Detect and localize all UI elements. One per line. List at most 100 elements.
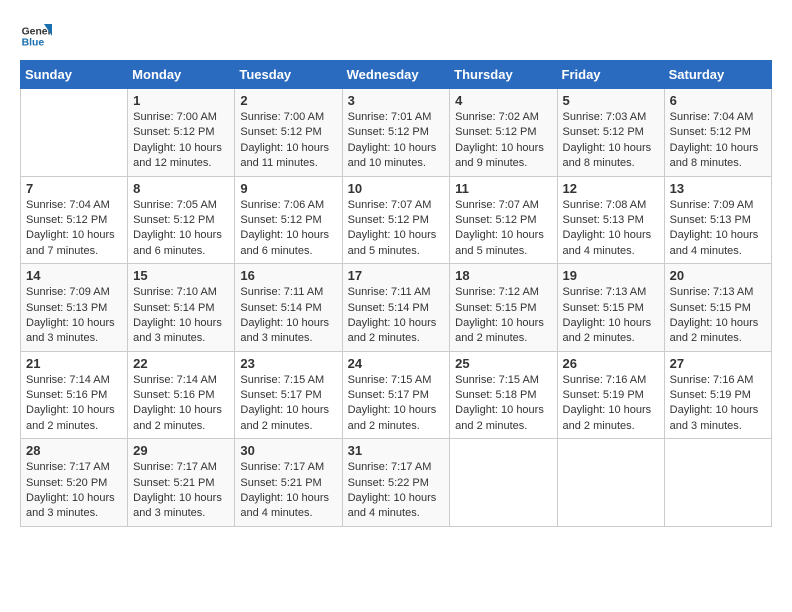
- calendar-cell: 30 Sunrise: 7:17 AM Sunset: 5:21 PM Dayli…: [235, 439, 342, 527]
- day-number: 1: [133, 93, 229, 108]
- calendar-cell: 17 Sunrise: 7:11 AM Sunset: 5:14 PM Dayli…: [342, 264, 450, 352]
- day-number: 18: [455, 268, 551, 283]
- calendar-cell: [557, 439, 664, 527]
- day-number: 2: [240, 93, 336, 108]
- calendar-cell: 23Sunrise: 7:15 AM Sunset: 5:17 PM Dayli…: [235, 351, 342, 439]
- calendar-cell: 12Sunrise: 7:08 AM Sunset: 5:13 PM Dayli…: [557, 176, 664, 264]
- day-number: 12: [563, 181, 659, 196]
- day-number: 27: [670, 356, 766, 371]
- day-number: 16: [240, 268, 336, 283]
- calendar-cell: 24Sunrise: 7:15 AM Sunset: 5:17 PM Dayli…: [342, 351, 450, 439]
- day-info: Sunrise: 7:15 AM Sunset: 5:17 PM Dayligh…: [240, 373, 336, 435]
- day-number: 25: [455, 356, 551, 371]
- day-number: 26: [563, 356, 659, 371]
- day-info: Sunrise: 7:11 AM Sunset: 5:14 PM Dayligh…: [348, 285, 445, 347]
- logo: General Blue: [20, 20, 52, 52]
- calendar-cell: 8 Sunrise: 7:05 AM Sunset: 5:12 PM Daylig…: [128, 176, 235, 264]
- calendar-cell: 26 Sunrise: 7:16 AM Sunset: 5:19 PM Dayli…: [557, 351, 664, 439]
- weekday-header-wednesday: Wednesday: [342, 61, 450, 89]
- calendar-cell: 18 Sunrise: 7:12 AM Sunset: 5:15 PM Dayli…: [450, 264, 557, 352]
- calendar-cell: 13 Sunrise: 7:09 AM Sunset: 5:13 PM Dayli…: [664, 176, 771, 264]
- calendar-cell: 16 Sunrise: 7:11 AM Sunset: 5:14 PM Dayli…: [235, 264, 342, 352]
- day-number: 29: [133, 443, 229, 458]
- day-info: Sunrise: 7:17 AM Sunset: 5:21 PM Dayligh…: [133, 460, 229, 522]
- page-header: General Blue: [20, 20, 772, 52]
- calendar-cell: 4Sunrise: 7:02 AM Sunset: 5:12 PM Daylig…: [450, 89, 557, 177]
- calendar-cell: 9 Sunrise: 7:06 AM Sunset: 5:12 PM Daylig…: [235, 176, 342, 264]
- calendar-cell: 3Sunrise: 7:01 AM Sunset: 5:12 PM Daylig…: [342, 89, 450, 177]
- day-info: Sunrise: 7:07 AM Sunset: 5:12 PM Dayligh…: [455, 198, 551, 260]
- weekday-header-thursday: Thursday: [450, 61, 557, 89]
- weekday-header-monday: Monday: [128, 61, 235, 89]
- day-info: Sunrise: 7:16 AM Sunset: 5:19 PM Dayligh…: [563, 373, 659, 435]
- day-number: 9: [240, 181, 336, 196]
- calendar-cell: [450, 439, 557, 527]
- day-info: Sunrise: 7:12 AM Sunset: 5:15 PM Dayligh…: [455, 285, 551, 347]
- day-info: Sunrise: 7:06 AM Sunset: 5:12 PM Dayligh…: [240, 198, 336, 260]
- day-number: 19: [563, 268, 659, 283]
- day-info: Sunrise: 7:09 AM Sunset: 5:13 PM Dayligh…: [670, 198, 766, 260]
- calendar-cell: 19 Sunrise: 7:13 AM Sunset: 5:15 PM Dayli…: [557, 264, 664, 352]
- calendar-table: SundayMondayTuesdayWednesdayThursdayFrid…: [20, 60, 772, 527]
- day-info: Sunrise: 7:15 AM Sunset: 5:18 PM Dayligh…: [455, 373, 551, 435]
- day-info: Sunrise: 7:09 AM Sunset: 5:13 PM Dayligh…: [26, 285, 122, 347]
- calendar-cell: [664, 439, 771, 527]
- day-number: 31: [348, 443, 445, 458]
- weekday-header-sunday: Sunday: [21, 61, 128, 89]
- calendar-cell: 25 Sunrise: 7:15 AM Sunset: 5:18 PM Dayli…: [450, 351, 557, 439]
- day-number: 8: [133, 181, 229, 196]
- calendar-cell: 29 Sunrise: 7:17 AM Sunset: 5:21 PM Dayli…: [128, 439, 235, 527]
- calendar-week-row: 7 Sunrise: 7:04 AM Sunset: 5:12 PM Daylig…: [21, 176, 772, 264]
- day-info: Sunrise: 7:04 AM Sunset: 5:12 PM Dayligh…: [26, 198, 122, 260]
- day-info: Sunrise: 7:07 AM Sunset: 5:12 PM Dayligh…: [348, 198, 445, 260]
- day-info: Sunrise: 7:11 AM Sunset: 5:14 PM Dayligh…: [240, 285, 336, 347]
- calendar-cell: 15 Sunrise: 7:10 AM Sunset: 5:14 PM Dayli…: [128, 264, 235, 352]
- day-number: 5: [563, 93, 659, 108]
- day-number: 20: [670, 268, 766, 283]
- calendar-cell: 22Sunrise: 7:14 AM Sunset: 5:16 PM Dayli…: [128, 351, 235, 439]
- calendar-cell: 31 Sunrise: 7:17 AM Sunset: 5:22 PM Dayli…: [342, 439, 450, 527]
- day-number: 6: [670, 93, 766, 108]
- day-number: 7: [26, 181, 122, 196]
- weekday-header-saturday: Saturday: [664, 61, 771, 89]
- calendar-week-row: 21 Sunrise: 7:14 AM Sunset: 5:16 PM Dayli…: [21, 351, 772, 439]
- day-info: Sunrise: 7:10 AM Sunset: 5:14 PM Dayligh…: [133, 285, 229, 347]
- calendar-week-row: 1 Sunrise: 7:00 AM Sunset: 5:12 PM Daylig…: [21, 89, 772, 177]
- calendar-cell: 28Sunrise: 7:17 AM Sunset: 5:20 PM Dayli…: [21, 439, 128, 527]
- day-info: Sunrise: 7:00 AM Sunset: 5:12 PM Dayligh…: [133, 110, 229, 172]
- logo-icon: General Blue: [20, 20, 52, 52]
- weekday-header-tuesday: Tuesday: [235, 61, 342, 89]
- day-number: 10: [348, 181, 445, 196]
- calendar-cell: 2 Sunrise: 7:00 AM Sunset: 5:12 PM Daylig…: [235, 89, 342, 177]
- day-number: 22: [133, 356, 229, 371]
- calendar-cell: 5Sunrise: 7:03 AM Sunset: 5:12 PM Daylig…: [557, 89, 664, 177]
- day-info: Sunrise: 7:04 AM Sunset: 5:12 PM Dayligh…: [670, 110, 766, 172]
- calendar-cell: 20Sunrise: 7:13 AM Sunset: 5:15 PM Dayli…: [664, 264, 771, 352]
- day-number: 21: [26, 356, 122, 371]
- weekday-header-friday: Friday: [557, 61, 664, 89]
- day-number: 11: [455, 181, 551, 196]
- calendar-cell: 11 Sunrise: 7:07 AM Sunset: 5:12 PM Dayli…: [450, 176, 557, 264]
- calendar-week-row: 28Sunrise: 7:17 AM Sunset: 5:20 PM Dayli…: [21, 439, 772, 527]
- day-number: 15: [133, 268, 229, 283]
- calendar-cell: 7 Sunrise: 7:04 AM Sunset: 5:12 PM Daylig…: [21, 176, 128, 264]
- day-info: Sunrise: 7:05 AM Sunset: 5:12 PM Dayligh…: [133, 198, 229, 260]
- calendar-cell: 27 Sunrise: 7:16 AM Sunset: 5:19 PM Dayli…: [664, 351, 771, 439]
- calendar-week-row: 14Sunrise: 7:09 AM Sunset: 5:13 PM Dayli…: [21, 264, 772, 352]
- day-info: Sunrise: 7:17 AM Sunset: 5:21 PM Dayligh…: [240, 460, 336, 522]
- day-number: 30: [240, 443, 336, 458]
- day-info: Sunrise: 7:17 AM Sunset: 5:22 PM Dayligh…: [348, 460, 445, 522]
- day-info: Sunrise: 7:15 AM Sunset: 5:17 PM Dayligh…: [348, 373, 445, 435]
- day-info: Sunrise: 7:02 AM Sunset: 5:12 PM Dayligh…: [455, 110, 551, 172]
- day-number: 13: [670, 181, 766, 196]
- svg-text:Blue: Blue: [22, 38, 45, 49]
- day-info: Sunrise: 7:13 AM Sunset: 5:15 PM Dayligh…: [563, 285, 659, 347]
- day-info: Sunrise: 7:00 AM Sunset: 5:12 PM Dayligh…: [240, 110, 336, 172]
- day-number: 17: [348, 268, 445, 283]
- day-info: Sunrise: 7:16 AM Sunset: 5:19 PM Dayligh…: [670, 373, 766, 435]
- weekday-header-row: SundayMondayTuesdayWednesdayThursdayFrid…: [21, 61, 772, 89]
- day-info: Sunrise: 7:14 AM Sunset: 5:16 PM Dayligh…: [26, 373, 122, 435]
- calendar-cell: 1 Sunrise: 7:00 AM Sunset: 5:12 PM Daylig…: [128, 89, 235, 177]
- calendar-cell: 6 Sunrise: 7:04 AM Sunset: 5:12 PM Daylig…: [664, 89, 771, 177]
- calendar-cell: 10 Sunrise: 7:07 AM Sunset: 5:12 PM Dayli…: [342, 176, 450, 264]
